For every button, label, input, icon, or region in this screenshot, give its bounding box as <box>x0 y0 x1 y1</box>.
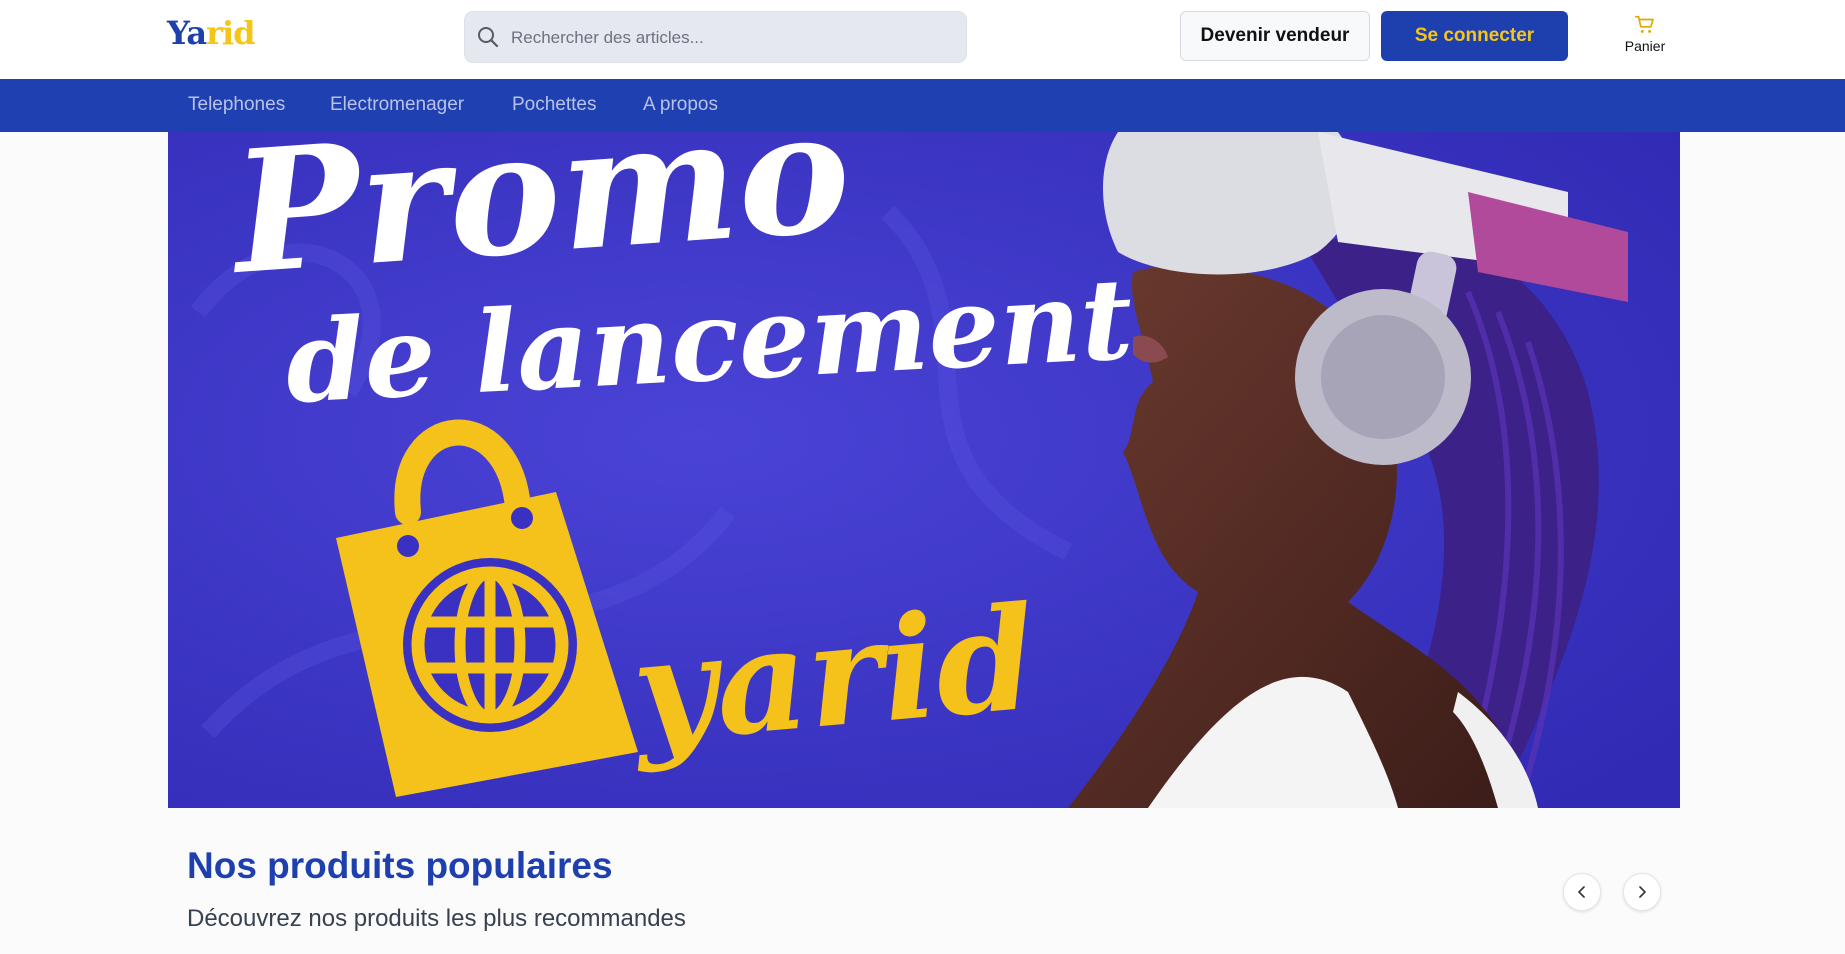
section-subtitle: Découvrez nos produits les plus recomman… <box>187 905 686 932</box>
vr-model-photo <box>1068 132 1628 808</box>
search-bar[interactable] <box>465 12 966 64</box>
cart-button[interactable]: Panier <box>1618 14 1672 58</box>
cart-icon <box>1635 15 1654 33</box>
banner-brand: yarid <box>624 575 1043 776</box>
promo-banner[interactable]: Promo de lancement yarid <box>168 132 1680 808</box>
globe-icon <box>403 558 577 732</box>
logo-part-2: rid <box>206 14 255 52</box>
cart-label: Panier <box>1624 38 1666 54</box>
search-icon <box>478 27 499 48</box>
top-header: Yarid Devenir vendeur Se connecter Panie… <box>0 0 1845 79</box>
section-title: Nos produits populaires <box>187 845 613 886</box>
chevron-right-icon <box>1639 886 1646 898</box>
nav-item-a-propos[interactable]: A propos <box>643 79 718 132</box>
search-input[interactable] <box>509 12 953 64</box>
chevron-left-icon <box>1578 886 1585 898</box>
promo-banner-artwork: Promo de lancement yarid <box>168 132 1680 808</box>
nav-item-electromenager[interactable]: Electromenager <box>330 79 464 132</box>
nav-item-telephones[interactable]: Telephones <box>188 79 285 132</box>
become-seller-button[interactable]: Devenir vendeur <box>1180 11 1370 61</box>
category-nav: Telephones Electromenager Pochettes A pr… <box>0 79 1845 132</box>
carousel-next-button[interactable] <box>1623 873 1661 911</box>
carousel-prev-button[interactable] <box>1563 873 1601 911</box>
yarid-logo[interactable]: Yarid <box>167 14 255 52</box>
logo-part-1: Ya <box>167 14 207 52</box>
login-button[interactable]: Se connecter <box>1381 11 1568 61</box>
nav-item-pochettes[interactable]: Pochettes <box>512 79 597 132</box>
